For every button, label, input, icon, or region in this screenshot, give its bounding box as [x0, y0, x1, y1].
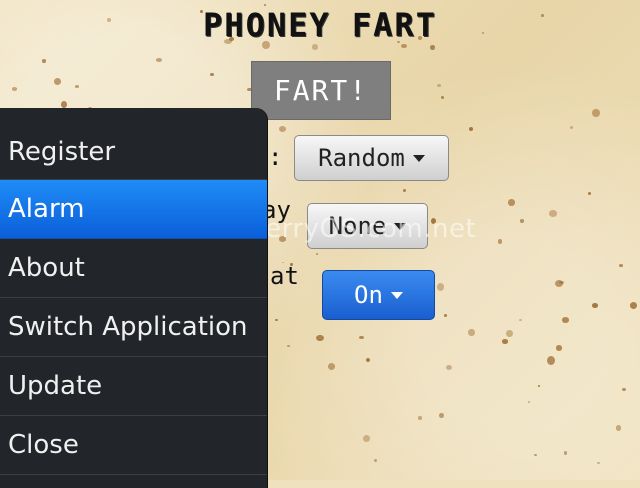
menu-item-label: Close	[8, 430, 79, 460]
speck	[621, 387, 626, 391]
repeat-dropdown[interactable]: On	[322, 270, 435, 320]
speck	[430, 45, 436, 50]
speck	[468, 329, 475, 336]
speck	[210, 73, 214, 77]
speck	[42, 59, 46, 63]
repeat-label: at	[270, 262, 299, 290]
speck	[547, 355, 555, 365]
speck	[554, 279, 563, 287]
speck	[588, 192, 591, 195]
speck	[316, 334, 324, 341]
menu-item-label: Switch Application	[8, 312, 248, 342]
speck	[54, 77, 62, 85]
speck	[437, 84, 442, 87]
speck	[507, 199, 515, 206]
speck	[597, 461, 601, 464]
repeat-value: On	[354, 281, 383, 309]
speck	[506, 329, 514, 337]
speck	[358, 336, 364, 340]
sound-dropdown[interactable]: Random	[294, 135, 449, 181]
menu-item-label: Update	[8, 371, 103, 401]
sound-label: :	[268, 143, 283, 171]
menu-item-label: About	[8, 253, 85, 283]
chevron-down-icon	[412, 154, 425, 162]
speck	[570, 125, 573, 129]
app-menu: Register Alarm About Switch Application …	[0, 108, 268, 488]
menu-item-label: Register	[8, 136, 116, 167]
speck	[156, 58, 163, 62]
speck	[11, 86, 18, 91]
speck	[501, 339, 508, 344]
speck	[519, 318, 523, 321]
speck	[400, 43, 407, 49]
sound-value: Random	[318, 144, 405, 172]
speck	[537, 384, 541, 387]
speck	[497, 239, 502, 244]
fart-button[interactable]: FART!	[251, 61, 391, 120]
speck	[74, 85, 79, 88]
menu-item-register[interactable]: Register	[0, 108, 267, 180]
speck	[549, 210, 557, 217]
speck	[275, 319, 278, 322]
speck	[439, 412, 444, 418]
menu-item-alarm[interactable]: Alarm	[0, 180, 267, 239]
chevron-down-icon	[390, 291, 403, 299]
app-title: PHONEY FART	[203, 6, 437, 44]
speck	[519, 219, 525, 223]
menu-item-about[interactable]: About	[0, 239, 267, 298]
speck	[436, 283, 444, 291]
speck	[362, 434, 370, 443]
menu-item-close[interactable]: Close	[0, 416, 267, 475]
speck	[556, 345, 563, 351]
menu-item-switch-application[interactable]: Switch Application	[0, 298, 267, 357]
speck	[561, 316, 570, 323]
speck	[591, 108, 600, 118]
speck	[564, 451, 568, 455]
menu-item-label: Alarm	[8, 194, 85, 224]
menu-item-update[interactable]: Update	[0, 357, 267, 416]
speck	[312, 44, 318, 50]
speck	[418, 416, 423, 420]
